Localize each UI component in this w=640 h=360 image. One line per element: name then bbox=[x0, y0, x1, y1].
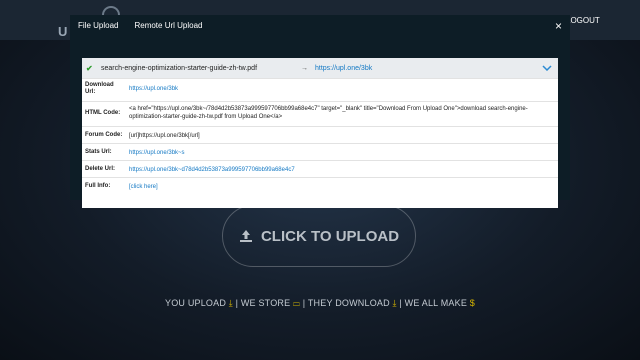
info-label: Forum Code: bbox=[85, 132, 123, 138]
file-url[interactable]: https://upl.one/3bk bbox=[315, 65, 542, 72]
logout-link[interactable]: LOGOUT bbox=[566, 16, 600, 25]
info-row-full-info: Full Info: [click here] bbox=[82, 177, 558, 195]
info-label: Download Url: bbox=[85, 82, 114, 95]
modal-tabs: File Upload Remote Url Upload bbox=[78, 21, 203, 30]
download-url-link[interactable]: https://upl.one/3bk bbox=[129, 85, 550, 93]
upload-icon bbox=[239, 230, 252, 242]
delete-url-link[interactable]: https://upl.one/3bk~d78d4d2b53873a999597… bbox=[129, 166, 550, 174]
info-row-forum-code: Forum Code: [url]https://upl.one/3bk[/ur… bbox=[82, 126, 558, 143]
uploaded-file-row[interactable]: ✔ search-engine-optimization-starter-gui… bbox=[82, 58, 558, 78]
info-row-download-url: Download Url: https://upl.one/3bk bbox=[82, 78, 558, 98]
forum-code-value[interactable]: [url]https://upl.one/3bk[/url] bbox=[129, 132, 550, 140]
close-icon[interactable]: × bbox=[555, 20, 562, 32]
tagline: YOU UPLOAD ⤓ | WE STORE ▭ | THEY DOWNLOA… bbox=[0, 298, 640, 309]
dollar-icon: $ bbox=[469, 298, 475, 308]
file-name: search-engine-optimization-starter-guide… bbox=[101, 64, 258, 72]
tab-remote-url-upload[interactable]: Remote Url Upload bbox=[134, 21, 202, 30]
upload-button-label: CLICK TO UPLOAD bbox=[260, 227, 400, 245]
tagline-we-all-make: | WE ALL MAKE bbox=[399, 298, 468, 308]
upload-modal: File Upload Remote Url Upload × ✔ search… bbox=[70, 15, 570, 208]
info-label: Stats Url: bbox=[85, 149, 112, 155]
full-info-link[interactable]: [click here] bbox=[129, 183, 550, 191]
click-to-upload-button[interactable]: CLICK TO UPLOAD bbox=[222, 205, 416, 267]
info-row-delete-url: Delete Url: https://upl.one/3bk~d78d4d2b… bbox=[82, 160, 558, 177]
info-row-stats-url: Stats Url: https://upl.one/3bk~s bbox=[82, 143, 558, 160]
check-icon: ✔ bbox=[86, 63, 93, 73]
info-row-html-code: HTML Code: <a href="https://upl.one/3bk~… bbox=[82, 101, 558, 123]
info-label: HTML Code: bbox=[85, 110, 121, 116]
download-icon: ⤓ bbox=[392, 298, 397, 308]
info-label: Full Info: bbox=[85, 183, 111, 189]
tagline-you-upload: YOU UPLOAD bbox=[165, 298, 227, 308]
html-code-value[interactable]: <a href="https://upl.one/3bk~/78d4d2b538… bbox=[129, 105, 550, 121]
info-label: Delete Url: bbox=[85, 166, 116, 172]
tagline-we-store: | WE STORE bbox=[235, 298, 291, 308]
file-info-panel: Download Url: https://upl.one/3bk HTML C… bbox=[82, 78, 558, 208]
tab-file-upload[interactable]: File Upload bbox=[78, 21, 118, 30]
stats-url-link[interactable]: https://upl.one/3bk~s bbox=[129, 149, 550, 157]
storage-icon: ▭ bbox=[293, 298, 301, 308]
arrow-right-icon: → bbox=[301, 64, 308, 72]
site-logo[interactable]: U bbox=[58, 24, 68, 39]
chevron-down-icon[interactable] bbox=[542, 64, 558, 73]
tagline-they-download: | THEY DOWNLOAD bbox=[302, 298, 390, 308]
download-icon: ⤓ bbox=[228, 298, 233, 308]
